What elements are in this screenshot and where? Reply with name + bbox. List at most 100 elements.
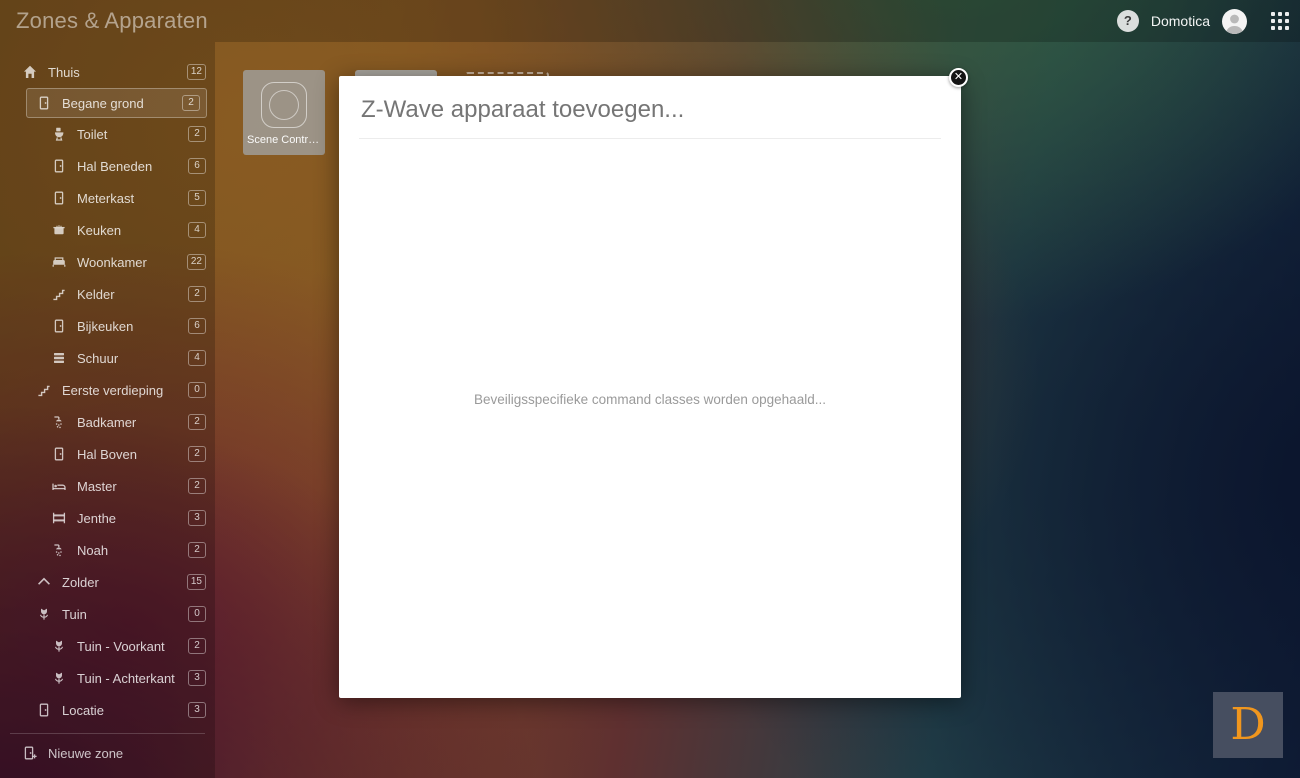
door-icon — [51, 446, 67, 462]
home-icon — [22, 64, 38, 80]
sidebar-item-badkamer[interactable]: Badkamer2 — [0, 406, 215, 438]
roof-icon — [36, 574, 52, 590]
shower-icon — [51, 542, 67, 558]
sidebar-item-keuken[interactable]: Keuken4 — [0, 214, 215, 246]
zone-label: Toilet — [77, 127, 188, 142]
zones-apparaten-screen: Zones & Apparaten ? Domotica Thuis12Bega… — [0, 0, 1300, 778]
help-icon[interactable]: ? — [1117, 10, 1139, 32]
zone-label: Bijkeuken — [77, 319, 188, 334]
zone-label: Badkamer — [77, 415, 188, 430]
new-zone-label: Nieuwe zone — [48, 746, 123, 761]
scene-controller-icon — [261, 82, 307, 128]
avatar[interactable] — [1222, 9, 1247, 34]
sidebar-item-master[interactable]: Master2 — [0, 470, 215, 502]
modal-title-divider — [359, 138, 941, 139]
door-icon — [51, 158, 67, 174]
zone-count-badge: 2 — [188, 414, 206, 430]
sidebar-item-hal-beneden[interactable]: Hal Beneden6 — [0, 150, 215, 182]
sidebar-item-noah[interactable]: Noah2 — [0, 534, 215, 566]
sidebar-item-kelder[interactable]: Kelder2 — [0, 278, 215, 310]
door-icon — [51, 190, 67, 206]
zone-count-badge: 2 — [188, 478, 206, 494]
top-bar: Zones & Apparaten ? Domotica — [0, 0, 1300, 42]
zone-count-badge: 2 — [188, 286, 206, 302]
zone-label: Hal Boven — [77, 447, 188, 462]
door-icon — [36, 702, 52, 718]
sidebar-item-thuis[interactable]: Thuis12 — [0, 56, 215, 88]
sidebar-item-schuur[interactable]: Schuur4 — [0, 342, 215, 374]
zone-count-badge: 4 — [188, 350, 206, 366]
flower-icon — [36, 606, 52, 622]
brand-logo-tile[interactable]: D — [1213, 692, 1283, 758]
sidebar-item-eerste-verdieping[interactable]: Eerste verdieping0 — [0, 374, 215, 406]
zone-label: Tuin — [62, 607, 188, 622]
flower-icon — [51, 638, 67, 654]
apps-menu-icon[interactable] — [1271, 12, 1289, 30]
zone-count-badge: 2 — [188, 542, 206, 558]
zones-sidebar: Thuis12Begane grond2Toilet2Hal Beneden6M… — [0, 42, 215, 778]
zone-label: Hal Beneden — [77, 159, 188, 174]
zone-count-badge: 3 — [188, 670, 206, 686]
sidebar-item-meterkast[interactable]: Meterkast5 — [0, 182, 215, 214]
account-name[interactable]: Domotica — [1151, 13, 1210, 29]
zone-label: Noah — [77, 543, 188, 558]
zone-label: Meterkast — [77, 191, 188, 206]
sidebar-item-jenthe[interactable]: Jenthe3 — [0, 502, 215, 534]
sidebar-item-tuin[interactable]: Tuin0 — [0, 598, 215, 630]
zone-label: Schuur — [77, 351, 188, 366]
zone-label: Thuis — [48, 65, 187, 80]
sidebar-item-hal-boven[interactable]: Hal Boven2 — [0, 438, 215, 470]
device-tile-scene-control[interactable]: Scene Control... — [243, 70, 325, 155]
device-tile-label: Scene Control... — [247, 134, 321, 146]
zone-count-badge: 2 — [182, 95, 200, 111]
zone-count-badge: 12 — [187, 64, 206, 80]
door-plus-icon — [22, 745, 38, 761]
bunkbed-icon — [51, 510, 67, 526]
zone-count-badge: 5 — [188, 190, 206, 206]
sidebar-item-tuin-achterkant[interactable]: Tuin - Achterkant3 — [0, 662, 215, 694]
zone-count-badge: 15 — [187, 574, 206, 590]
door-icon — [36, 95, 52, 111]
sidebar-item-locatie[interactable]: Locatie3 — [0, 694, 215, 726]
shower-icon — [51, 414, 67, 430]
zone-count-badge: 3 — [188, 510, 206, 526]
sidebar-item-tuin-voorkant[interactable]: Tuin - Voorkant2 — [0, 630, 215, 662]
zone-label: Master — [77, 479, 188, 494]
header-actions: ? Domotica — [1117, 0, 1289, 42]
sidebar-divider — [10, 733, 205, 734]
brand-logo-letter: D — [1230, 703, 1265, 747]
door-icon — [51, 318, 67, 334]
sidebar-item-begane-grond[interactable]: Begane grond2 — [26, 88, 207, 118]
page-title: Zones & Apparaten — [16, 8, 208, 34]
zone-count-badge: 4 — [188, 222, 206, 238]
zone-count-badge: 2 — [188, 446, 206, 462]
zone-count-badge: 22 — [187, 254, 206, 270]
close-icon[interactable]: ✕ — [949, 68, 968, 87]
modal-title: Z-Wave apparaat toevoegen... — [361, 96, 939, 124]
sidebar-item-bijkeuken[interactable]: Bijkeuken6 — [0, 310, 215, 342]
zone-list: Thuis12Begane grond2Toilet2Hal Beneden6M… — [0, 56, 215, 726]
sidebar-item-toilet[interactable]: Toilet2 — [0, 118, 215, 150]
new-zone-button[interactable]: Nieuwe zone — [0, 737, 215, 769]
zone-count-badge: 6 — [188, 318, 206, 334]
sidebar-item-zolder[interactable]: Zolder15 — [0, 566, 215, 598]
zone-label: Begane grond — [62, 96, 182, 111]
kitchen-icon — [51, 222, 67, 238]
zone-count-badge: 2 — [188, 638, 206, 654]
sofa-icon — [51, 254, 67, 270]
zone-count-badge: 0 — [188, 382, 206, 398]
flower-icon — [51, 670, 67, 686]
zone-count-badge: 6 — [188, 158, 206, 174]
zone-label: Locatie — [62, 703, 188, 718]
stairs-icon — [36, 382, 52, 398]
bed-icon — [51, 478, 67, 494]
zone-count-badge: 3 — [188, 702, 206, 718]
stairs-icon — [51, 286, 67, 302]
zone-label: Woonkamer — [77, 255, 187, 270]
zone-label: Keuken — [77, 223, 188, 238]
zone-label: Eerste verdieping — [62, 383, 188, 398]
zone-count-badge: 2 — [188, 126, 206, 142]
sidebar-item-woonkamer[interactable]: Woonkamer22 — [0, 246, 215, 278]
zone-label: Zolder — [62, 575, 187, 590]
zone-label: Jenthe — [77, 511, 188, 526]
